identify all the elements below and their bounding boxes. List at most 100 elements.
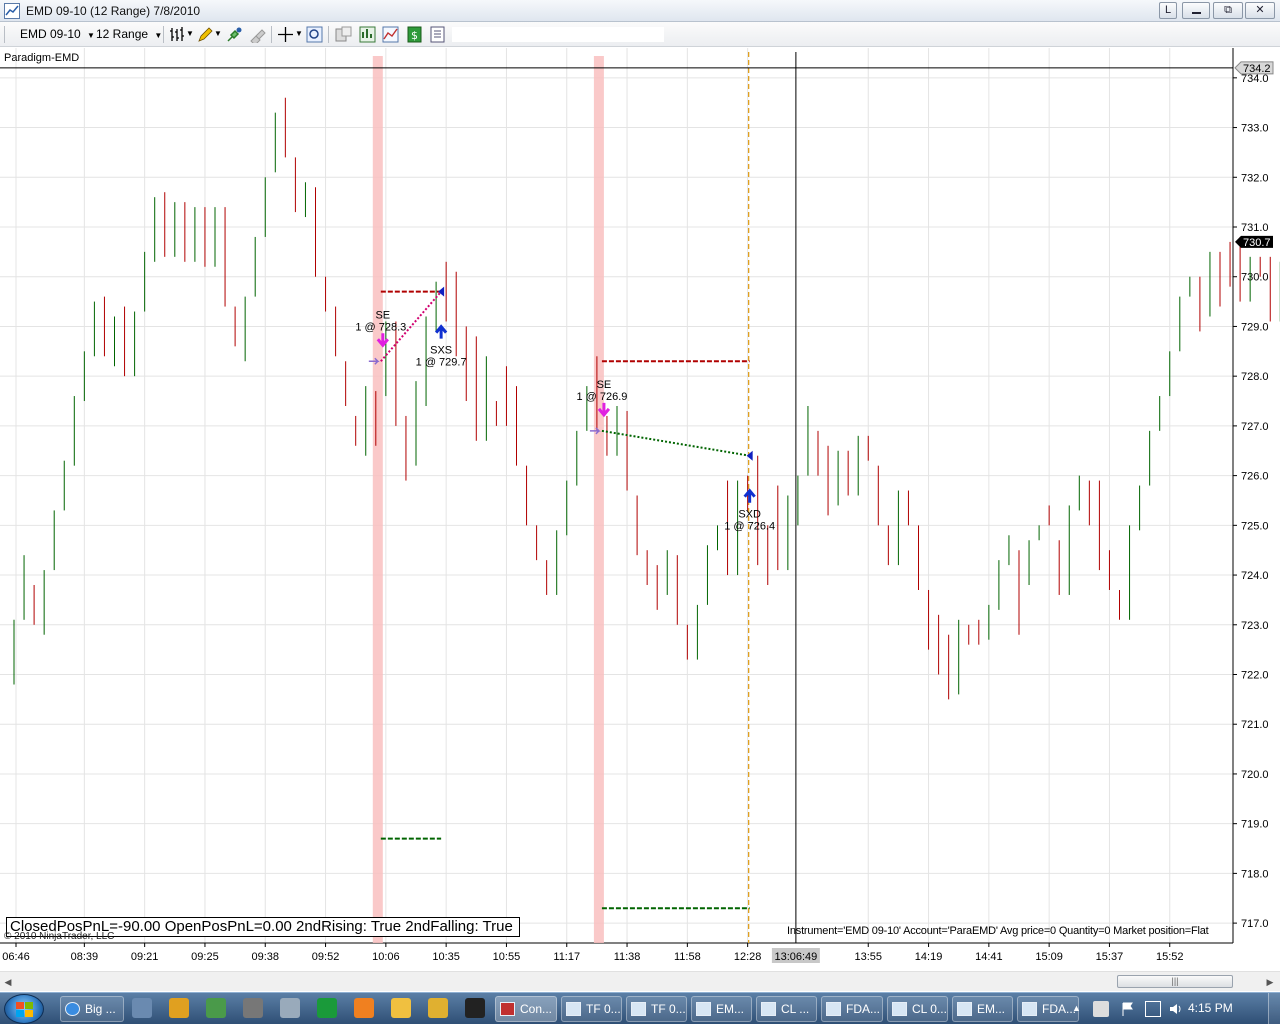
price-axis-label: 717.0 [1241,918,1269,930]
time-axis-label: 09:25 [191,951,219,963]
time-axis-label: 10:35 [432,951,460,963]
time-axis-label: 10:06 [372,951,400,963]
crosshair-icon[interactable] [277,26,294,43]
marker-icon[interactable] [226,26,243,43]
crosshair-time-label: 13:06:49 [774,951,817,963]
price-axis-label: 727.0 [1241,421,1269,433]
taskbar-item-chart[interactable]: EM... [691,996,752,1022]
time-axis-label: 13:55 [854,951,882,963]
chart-icon [631,1002,646,1016]
exit-signal-detail: 1 @ 726.4 [724,521,775,533]
windows-logo-icon [16,1002,33,1017]
media-player-icon[interactable] [169,998,189,1018]
taskbar-item-label: Big ... [85,1002,116,1016]
price-axis-label: 733.0 [1241,123,1269,135]
vlc-icon[interactable] [354,998,374,1018]
time-axis-label: 11:58 [674,951,701,963]
title-bar[interactable]: EMD 09-10 (12 Range) 7/8/2010 L ⧉ ✕ [0,0,1280,22]
price-axis-label: 732.0 [1241,172,1269,184]
taskbar-item-control-center[interactable]: Con... [495,996,557,1022]
chart-icon [826,1002,841,1016]
ninjatrader-launch-icon[interactable] [317,998,337,1018]
entry-highlight-band [593,56,604,943]
taskbar-item-label: TF 0... [586,1002,621,1016]
taskbar-item-chart[interactable]: CL 0... [887,996,948,1022]
taskbar-item-label: FDA... [846,1002,881,1016]
chart-icon [1022,1002,1037,1016]
taskbar-item-ie[interactable]: Big ... [60,996,124,1022]
minimize-icon [1191,12,1201,14]
ninjatrader-window: EMD 09-10 (12 Range) 7/8/2010 L ⧉ ✕ EMD … [0,0,1280,1024]
taskbar-item-label: EM... [977,1002,1006,1016]
chevron-down-icon: ▼ [87,31,95,40]
action-center-flag-icon[interactable] [1120,1001,1136,1017]
chevron-down-icon[interactable]: ▼ [214,29,222,38]
taskbar-item-label: EM... [716,1002,745,1016]
taskbar-item-chart[interactable]: FDA... [821,996,883,1022]
scroll-left-icon[interactable]: ◀ [2,976,14,988]
volume-icon[interactable] [1168,1001,1184,1017]
strategy-icon[interactable]: $ [406,26,423,43]
price-axis-label: 725.0 [1241,520,1269,532]
horizontal-scrollbar[interactable]: ◀ ||| ▶ [0,971,1280,991]
taskbar-item-chart[interactable]: EM... [952,996,1013,1022]
scroll-right-icon[interactable]: ▶ [1264,976,1276,988]
show-desktop-button[interactable] [1268,993,1280,1024]
time-axis-label: 09:38 [251,951,279,963]
taskbar-item-chart[interactable]: TF 0... [626,996,687,1022]
time-axis-label: 09:52 [312,951,340,963]
chart-panel[interactable]: 734.0 733.0 732.0 731.0 730.0 729.0 728.0 727.0… [0,48,1280,991]
tray-printer-icon[interactable] [1093,1001,1109,1017]
properties-icon[interactable] [359,26,376,43]
minimize-button[interactable] [1182,2,1210,19]
chart-label: Paradigm-EMD [4,52,80,64]
chevron-down-icon[interactable]: ▼ [295,29,303,38]
taskbar-item-chart[interactable]: TF 0... [561,996,622,1022]
taskbar-item-chart[interactable]: FDA... [1017,996,1079,1022]
price-chart[interactable]: 734.0733.0732.0731.0730.0729.0728.0727.0… [0,48,1280,971]
link-button[interactable]: L [1159,2,1177,19]
data-box-icon[interactable] [335,26,352,43]
instrument-selector[interactable]: EMD 09-10 ▼ [20,27,95,41]
price-axis-label: 721.0 [1241,719,1269,731]
taskbar-item-chart[interactable]: CL ... [756,996,817,1022]
period-selector[interactable]: 12 Range ▼ [96,27,162,41]
time-axis-label: 12:28 [734,951,762,963]
paint-icon[interactable] [428,998,448,1018]
instrument-info: Instrument='EMD 09-10' Account='ParaEMD'… [787,925,1209,937]
start-button[interactable] [4,994,44,1024]
template-icon[interactable] [429,26,446,43]
scroll-thumb[interactable]: ||| [1117,975,1233,988]
entry-signal-detail: 1 @ 726.9 [576,391,627,403]
taskbar-item-label: CL ... [781,1002,810,1016]
taskbar-clock[interactable]: 4:15 PM [1188,1001,1233,1015]
restore-button[interactable]: ⧉ [1213,2,1243,19]
pencil-icon[interactable] [197,26,214,43]
price-axis-label: 730.0 [1241,272,1269,284]
chart-icon [761,1002,776,1016]
taskbar-item-label: FDA... [1042,1002,1077,1016]
indicator-icon[interactable] [382,26,399,43]
camera-icon[interactable] [465,998,485,1018]
toolbar-separator [163,26,164,43]
close-button[interactable]: ✕ [1245,2,1275,19]
chevron-down-icon: ▼ [154,31,163,40]
notes-icon[interactable] [391,998,411,1018]
entry-signal-label: SE [597,379,612,391]
app-quicklaunch-icon[interactable] [206,998,226,1018]
printer-icon[interactable] [243,998,263,1018]
chevron-down-icon[interactable]: ▼ [186,29,194,38]
tray-expand-icon[interactable]: ▲ [1072,1003,1088,1019]
exit-signal-detail: 1 @ 729.7 [416,357,467,369]
price-axis-label: 729.0 [1241,321,1269,333]
price-axis-label: 723.0 [1241,620,1269,632]
time-axis-label: 06:46 [2,951,30,963]
zoom-icon[interactable] [306,26,323,43]
price-axis-label: 724.0 [1241,570,1269,582]
network-app-icon[interactable] [280,998,300,1018]
explorer-icon[interactable] [132,998,152,1018]
network-icon[interactable] [1145,1001,1161,1017]
entry-signal-label: SE [375,309,390,321]
erase-icon[interactable] [249,26,266,43]
bar-style-icon[interactable] [169,26,186,43]
